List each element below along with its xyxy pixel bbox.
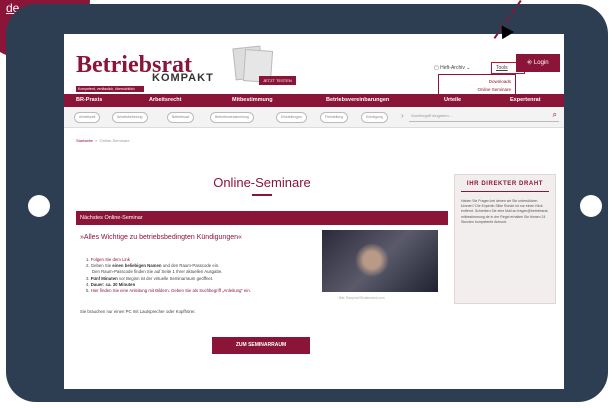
breadcrumb-home[interactable]: Startseite [76, 138, 93, 143]
contact-text: Haben Sie Fragen bei denen wir Sie unter… [461, 199, 549, 224]
step-3-text: vor Beginn ist der virtuelle Seminarraum… [118, 275, 214, 281]
page-title: Online-Seminare [213, 175, 311, 190]
brand-suffix: KOMPAKT [152, 72, 214, 84]
topic-bar: Arbeitszeit Arbeitsbefreiung Betriebsrat… [64, 107, 564, 128]
step-5-link[interactable]: Hier finden Sie eine Anleitung mit Bilde… [91, 288, 251, 293]
topic-chip[interactable]: Betriebsversammlung [210, 112, 254, 123]
topic-chip[interactable]: Einstellungen [276, 112, 308, 123]
contact-sidebar: IHR DIREKTER DRAHT Haben Sie Fragen bei … [454, 174, 556, 304]
archive-link[interactable]: ▢ Heft-Archiv ⌄ [434, 65, 470, 71]
tools-menu-downloads[interactable]: Downloads [489, 79, 511, 84]
breadcrumb-current: Online-Seminare [99, 138, 130, 143]
nav-br-praxis[interactable]: BR-Praxis [76, 97, 102, 103]
topic-chip[interactable]: Arbeitszeit [74, 112, 101, 123]
tablet-left-sensor [28, 195, 50, 217]
brand-tagline: Kompetent, verlässlich, übersichtlich [76, 86, 144, 92]
main-nav: BR-Praxis Arbeitsrecht Mitbestimmung Bet… [64, 94, 564, 107]
topic-chip[interactable]: Freistellung [320, 112, 349, 123]
tablet-frame: Betriebsrat KOMPAKT Kompetent, verlässli… [6, 4, 608, 402]
nav-arbeitsrecht[interactable]: Arbeitsrecht [149, 97, 181, 103]
nav-betriebsvereinbarungen[interactable]: Betriebsvereinbarungen [326, 97, 389, 103]
tablet-home-button [580, 195, 602, 217]
requirements-note: Sie brauchen nur einen PC mit Lautsprech… [80, 309, 196, 314]
seminar-photo [322, 230, 438, 292]
step-5[interactable]: 5. Hier finden Sie eine Anleitung mit Bi… [86, 288, 326, 294]
photo-credit: Bild: Rawpixel/Shutterstock.com [339, 296, 385, 300]
archive-label: Heft-Archiv [440, 65, 465, 71]
website-screen: Betriebsrat KOMPAKT Kompetent, verlässli… [64, 34, 564, 389]
tools-menu-online-seminare[interactable]: Online Seminare [477, 87, 511, 92]
seminar-title: »Alles Wichtige zu betriebsbedingten Kün… [80, 234, 242, 241]
login-label: Login [533, 60, 549, 66]
search-field[interactable]: Suchbegriff eingeben... ⌕ [409, 110, 559, 122]
nav-urteile[interactable]: Urteile [444, 97, 461, 103]
login-button[interactable]: ⎆ Login [516, 54, 560, 72]
topic-chip[interactable]: Kündigung [361, 112, 388, 123]
nav-expertenrat[interactable]: Expertenrat [510, 97, 541, 103]
title-divider [252, 194, 272, 196]
next-seminar-bar: Nächstes Online-Seminar [76, 211, 448, 225]
issue-test-button[interactable]: JETZT TESTEN [259, 76, 296, 85]
next-seminar-label: Nächstes Online-Seminar [80, 215, 143, 221]
step-2-text-end: und den Raum-Passcode ein. [162, 263, 220, 269]
step-4-bold: Dauer: ca. 30 Minuten [90, 281, 136, 287]
seminar-room-button[interactable]: ZUM SEMINARRAUM [212, 337, 310, 354]
search-icon[interactable]: ⌕ [553, 110, 557, 120]
chevron-right-icon[interactable]: › [401, 111, 404, 120]
contact-title: IHR DIREKTER DRAHT [466, 181, 544, 187]
search-placeholder: Suchbegriff eingeben... [411, 113, 453, 118]
step-2-text: Geben Sie [90, 263, 112, 269]
step-1-link[interactable]: Folgen Sie dem Link [91, 257, 130, 262]
brand-logo[interactable]: Betriebsrat KOMPAKT Kompetent, verlässli… [76, 53, 216, 92]
seminar-steps: 1. Folgen Sie dem Link 2. Geben Sie eine… [86, 257, 326, 294]
topic-chip[interactable]: Betriebsrat [167, 112, 194, 123]
contact-divider [461, 191, 549, 192]
step-2-bold: einen beliebigen Namen [112, 263, 162, 269]
breadcrumb: Startseite » Online-Seminare [76, 138, 130, 143]
step-3-bold: Fünf Minuten [90, 275, 118, 281]
topic-chip[interactable]: Arbeitsbefreiung [112, 112, 148, 123]
nav-mitbestimmung[interactable]: Mitbestimmung [232, 97, 273, 103]
